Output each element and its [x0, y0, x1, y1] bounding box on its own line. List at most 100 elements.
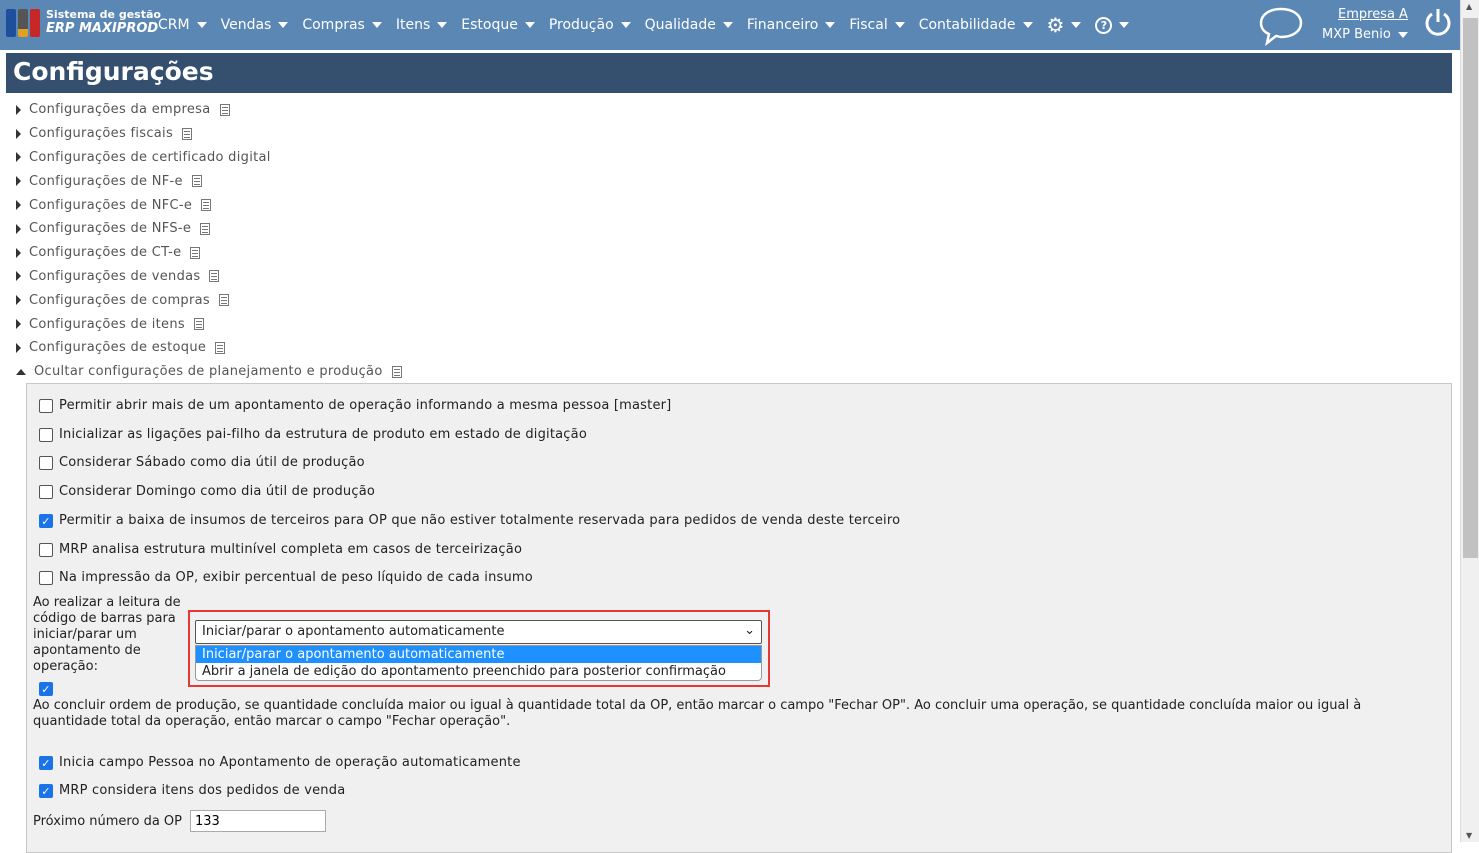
caret-down-icon: [894, 22, 905, 28]
gear-menu[interactable]: ⚙: [1047, 15, 1082, 35]
menu-crm[interactable]: CRM: [158, 16, 207, 34]
menu-label: Estoque: [461, 17, 518, 33]
document-icon[interactable]: [215, 341, 226, 354]
help-icon: ?: [1095, 16, 1113, 34]
checkbox[interactable]: [39, 455, 53, 470]
scrollbar[interactable]: ▲ ▼: [1460, 0, 1479, 842]
document-icon[interactable]: [391, 365, 402, 378]
tree-item[interactable]: Configurações de compras: [16, 288, 402, 312]
menu-financeiro[interactable]: Financeiro: [746, 16, 836, 34]
chat-icon[interactable]: [1258, 6, 1304, 46]
tree-item[interactable]: Configurações de NFS-e: [16, 217, 402, 241]
caret-down-icon: [620, 22, 631, 28]
checkbox[interactable]: [39, 427, 53, 442]
menu-label: Produção: [548, 17, 614, 33]
tree-item[interactable]: Configurações de itens: [16, 312, 402, 336]
checkbox[interactable]: ✓: [39, 783, 53, 798]
caret-down-icon: [825, 22, 836, 28]
next-op-input[interactable]: [190, 810, 326, 832]
document-icon[interactable]: [190, 246, 201, 259]
setting-checkbox[interactable]: Permitir abrir mais de um apontamento de…: [39, 398, 671, 413]
tree-item[interactable]: Configurações de NFC-e: [16, 193, 402, 217]
collapsed-triangle-icon: [16, 247, 21, 258]
menu-compras[interactable]: Compras: [302, 16, 382, 34]
setting-checkbox[interactable]: MRP analisa estrutura multinível complet…: [39, 542, 522, 557]
menu-label: Vendas: [220, 17, 272, 33]
checkbox[interactable]: [39, 484, 53, 499]
setting-checkbox[interactable]: Considerar Domingo como dia útil de prod…: [39, 484, 375, 499]
scroll-down-icon[interactable]: ▼: [1466, 831, 1472, 840]
tree-item[interactable]: Configurações de NF-e: [16, 169, 402, 193]
tree-item-label: Configurações de vendas: [29, 268, 201, 284]
tree-item[interactable]: Configurações de certificado digital: [16, 146, 402, 170]
scroll-up-icon[interactable]: ▲: [1466, 2, 1472, 11]
caret-down-icon: [722, 22, 733, 28]
close-op-text: Ao concluir ordem de produção, se quanti…: [33, 698, 1362, 729]
document-icon[interactable]: [219, 103, 230, 116]
menu-estoque[interactable]: Estoque: [461, 16, 535, 34]
checkbox[interactable]: [39, 398, 53, 413]
tree-item[interactable]: Configurações da empresa: [16, 98, 402, 122]
checkbox-label: Considerar Sábado como dia útil de produ…: [59, 455, 365, 470]
page-title: Configurações: [6, 53, 1452, 93]
help-menu[interactable]: ?: [1095, 16, 1130, 34]
checkbox-label: Considerar Domingo como dia útil de prod…: [59, 484, 376, 499]
caret-down-icon: [1022, 22, 1033, 28]
menu-label: Compras: [302, 17, 365, 33]
tree-item-label: Configurações fiscais: [29, 126, 174, 142]
scrollbar-thumb[interactable]: [1463, 18, 1478, 558]
checkbox[interactable]: ✓: [39, 755, 53, 770]
collapsed-triangle-icon: [16, 319, 21, 330]
tree-item[interactable]: Configurações de estoque: [16, 336, 402, 360]
tree-item-label: Configurações de estoque: [29, 340, 207, 356]
document-icon[interactable]: [209, 270, 220, 283]
document-icon[interactable]: [200, 222, 211, 235]
document-icon[interactable]: [193, 318, 204, 331]
next-op-field: Próximo número da OP: [33, 810, 326, 832]
setting-checkbox[interactable]: ✓ Permitir a baixa de insumos de terceiro…: [39, 513, 900, 528]
barcode-select[interactable]: Iniciar/parar o apontamento automaticame…: [195, 620, 762, 644]
checkbox[interactable]: [39, 570, 53, 585]
dropdown-option[interactable]: Abrir a janela de edição do apontamento …: [196, 663, 761, 680]
menu-label: Financeiro: [746, 17, 819, 33]
checkbox-label: Permitir abrir mais de um apontamento de…: [59, 398, 672, 413]
document-icon[interactable]: [201, 199, 212, 212]
menu-contabilidade[interactable]: Contabilidade: [919, 16, 1033, 34]
document-icon[interactable]: [191, 175, 202, 188]
menu-itens[interactable]: Itens: [396, 16, 448, 34]
tree-item[interactable]: Configurações de CT-e: [16, 241, 402, 265]
logo[interactable]: Sistema de gestão ERP MAXIPROD: [6, 8, 161, 37]
mrp-checkbox[interactable]: ✓ MRP considera itens dos pedidos de vend…: [39, 783, 345, 798]
caret-down-icon: [1119, 22, 1130, 28]
menu-qualidade[interactable]: Qualidade: [645, 16, 733, 34]
tree-item[interactable]: Ocultar configurações de planejamento e …: [16, 360, 402, 384]
menu-fiscal[interactable]: Fiscal: [849, 16, 905, 34]
collapsed-triangle-icon: [16, 271, 21, 282]
setting-checkbox[interactable]: Na impressão da OP, exibir percentual de…: [39, 570, 533, 585]
user-name: MXP Benio: [1322, 27, 1391, 42]
checkbox[interactable]: ✓: [39, 513, 53, 528]
caret-down-icon: [524, 22, 535, 28]
tree-item[interactable]: Configurações de vendas: [16, 265, 402, 289]
checkbox[interactable]: ✓: [39, 682, 53, 696]
setting-checkbox[interactable]: Considerar Sábado como dia útil de produ…: [39, 455, 365, 470]
pessoa-checkbox[interactable]: ✓ Inicia campo Pessoa no Apontamento de o…: [39, 755, 521, 770]
company-link[interactable]: Empresa A: [1338, 7, 1408, 22]
close-op-checkbox[interactable]: ✓: [39, 682, 59, 696]
power-icon[interactable]: [1424, 6, 1452, 38]
tree-item-label: Configurações da empresa: [29, 102, 211, 118]
settings-tree: Configurações da empresa Configurações fi…: [16, 98, 402, 384]
checkbox[interactable]: [39, 542, 53, 557]
tree-item[interactable]: Configurações fiscais: [16, 122, 402, 146]
menu-produção[interactable]: Produção: [549, 16, 631, 34]
user-menu[interactable]: MXP Benio: [1322, 27, 1408, 42]
menu-vendas[interactable]: Vendas: [221, 16, 289, 34]
setting-checkbox[interactable]: Inicializar as ligações pai-filho da est…: [39, 427, 587, 442]
document-icon[interactable]: [218, 294, 229, 307]
collapsed-triangle-icon: [16, 295, 21, 306]
collapsed-triangle-icon: [16, 223, 21, 234]
dropdown-option[interactable]: Iniciar/parar o apontamento automaticame…: [196, 646, 761, 663]
tree-item-label: Configurações de compras: [29, 292, 210, 308]
document-icon[interactable]: [182, 127, 193, 140]
caret-down-icon: [437, 22, 448, 28]
